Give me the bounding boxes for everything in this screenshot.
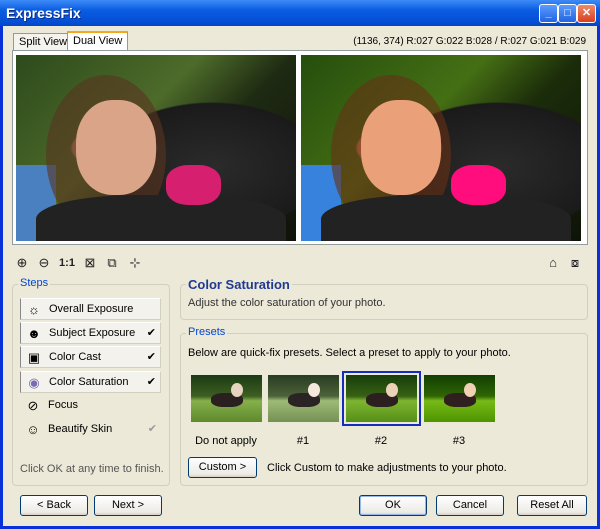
tab-dual-view[interactable]: Dual View [67, 31, 129, 51]
reset-all-button[interactable]: Reset All [517, 495, 587, 516]
step-label: Focus [48, 399, 78, 411]
preset-thumb-1[interactable] [268, 375, 339, 422]
pan-icon[interactable]: ⊹ [127, 255, 143, 271]
steps-hint: Click OK at any time to finish. [20, 463, 164, 475]
step-label: Color Cast [49, 351, 101, 363]
check-icon: ✔ [146, 376, 156, 388]
beautify-skin-icon: ☺ [26, 422, 40, 437]
original-photo[interactable] [16, 55, 296, 241]
ok-button[interactable]: OK [359, 495, 427, 516]
step-label: Subject Exposure [49, 327, 136, 339]
check-icon: ✔ [146, 351, 156, 363]
maximize-button[interactable]: □ [558, 4, 577, 23]
preset-thumb-3[interactable] [424, 375, 495, 422]
close-button[interactable]: ✕ [577, 4, 596, 23]
cancel-button[interactable]: Cancel [436, 495, 504, 516]
presets-title: Presets [186, 326, 228, 338]
section-title: Color Saturation [186, 277, 292, 292]
zoom-out-icon[interactable]: ⊖ [36, 255, 52, 271]
preset-label: #1 [296, 435, 310, 447]
exposure-icon: ☼ [28, 302, 40, 317]
pixel-readout: (1136, 374) R:027 G:022 B:028 / R:027 G:… [353, 36, 586, 47]
compare-icon[interactable]: ⌂ [545, 255, 561, 271]
next-button[interactable]: Next > [94, 495, 162, 516]
loupe-icon[interactable]: ⧇ [567, 255, 583, 271]
step-subject-exposure[interactable]: ☻ Subject Exposure ✔ [20, 322, 161, 344]
window-title: ExpressFix [6, 5, 81, 21]
step-label: Color Saturation [49, 376, 129, 388]
zoom-in-icon[interactable]: ⊕ [14, 255, 30, 271]
section-description: Adjust the color saturation of your phot… [188, 297, 386, 309]
preset-thumb-2[interactable] [342, 371, 421, 426]
title-bar: ExpressFix [0, 0, 600, 26]
color-cast-icon: ▣ [27, 350, 41, 365]
preset-label: Do not apply [195, 435, 257, 447]
back-button[interactable]: < Back [20, 495, 88, 516]
step-color-cast[interactable]: ▣ Color Cast ✔ [20, 346, 161, 368]
presets-description: Below are quick-fix presets. Select a pr… [188, 347, 511, 359]
step-label: Overall Exposure [49, 303, 134, 315]
preset-thumb-none[interactable] [191, 375, 262, 422]
step-color-saturation[interactable]: ◉ Color Saturation ✔ [20, 371, 161, 393]
preview-frame [12, 50, 588, 245]
color-saturation-icon: ◉ [28, 375, 40, 390]
step-overall-exposure[interactable]: ☼ Overall Exposure [20, 298, 161, 320]
custom-hint: Click Custom to make adjustments to your… [267, 462, 507, 474]
steps-title: Steps [18, 277, 51, 289]
check-icon: ✔ [147, 423, 157, 435]
step-label: Beautify Skin [48, 423, 113, 435]
fit-window-icon[interactable]: ⊠ [82, 255, 98, 271]
minimize-button[interactable]: _ [539, 4, 558, 23]
preset-label: #2 [374, 435, 388, 447]
focus-icon: ⊘ [27, 398, 39, 413]
actual-size-icon[interactable]: 1:1 [58, 255, 76, 271]
step-focus[interactable]: ⊘ Focus [20, 395, 161, 417]
custom-button[interactable]: Custom > [188, 457, 257, 478]
step-beautify-skin[interactable]: ☺ Beautify Skin ✔ [20, 419, 161, 441]
adjusted-photo[interactable] [301, 55, 581, 241]
preset-label: #3 [452, 435, 466, 447]
tab-split-view[interactable]: Split View [13, 33, 74, 51]
subject-exposure-icon: ☻ [27, 326, 41, 341]
zoom-region-icon[interactable]: ⧉ [104, 255, 120, 271]
check-icon: ✔ [146, 327, 156, 339]
